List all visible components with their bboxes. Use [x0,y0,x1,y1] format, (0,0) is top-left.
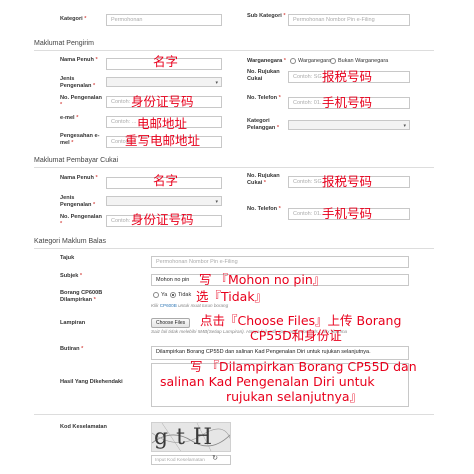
radio-bukan-warganegara[interactable]: Bukan Warganegara [330,58,388,64]
radio-warganegara[interactable]: Warganegara [290,58,331,64]
sub-kategori-label: Sub Kategori * [247,13,286,19]
pembayar-telefon-label: No. Telefon * [247,206,281,212]
butiran-label: Butiran * [60,346,84,352]
annotation-upload-line2: CP55D和身份证 [250,328,342,343]
cp600b-hint: Klik CP600B untuk muat turun borang [151,303,229,308]
pengirim-jenis-label: Jenis Pengenalan * [60,76,96,89]
annotation-name: 名字 [153,54,179,69]
annotation-tax-no-2: 报税号码 [322,174,373,189]
captcha-text: gtH [154,425,221,450]
tajuk-input[interactable]: Permohonan Nombor Pin e-Filing [151,256,409,268]
annotation-phone-2: 手机号码 [322,206,373,221]
kod-keselamatan-label: Kod Keselamatan [60,424,107,430]
butiran-textarea[interactable]: Dilampirkan Borang CP55D dan salinan Kad… [151,346,409,360]
kategori-pelanggan-select[interactable]: ▾ [288,120,410,130]
cp600b-label: Borang CP600B Dilampirkan * [60,290,103,303]
pembayar-rujukan-label: No. Rujukan Cukai * [247,173,280,186]
pembayar-nama-label: Nama Penuh * [60,175,98,181]
lampiran-label: Lampiran [60,320,86,326]
sub-kategori-input[interactable]: Permohonan Nombor Pin e-Filing [288,14,410,26]
annotation-ic-no: 身份证号码 [131,94,194,109]
annotation-ic-no-2: 身份证号码 [131,212,194,227]
cp600b-download-link[interactable]: CP600B [160,303,177,308]
pembayar-pengenalan-label: No. Pengenalan * [60,214,102,227]
annotation-upload-line1: 点击『Choose Files』上传 Borang [200,313,402,328]
divider [34,167,434,168]
chevron-down-icon: ▾ [215,199,218,205]
refresh-icon[interactable]: ↻ [211,455,219,463]
divider [34,50,434,51]
chevron-down-icon: ▾ [403,123,406,129]
pengirim-nama-label: Nama Penuh * [60,57,98,63]
pengirim-email-label: e-mel * [60,115,79,121]
section-balas-title: Kategori Maklum Balas [34,238,106,245]
kategori-pelanggan-label: Kategori Pelanggan * [247,118,280,131]
annotation-phone: 手机号码 [322,95,373,110]
annotation-email: 电邮地址 [137,116,188,131]
annotation-choose-tidak: 选『Tidak』 [196,289,268,304]
captcha-input[interactable]: Input Kod Keselamatan [151,455,231,465]
annotation-write-subject: 写 『Mohon no pin』 [199,272,326,287]
kategori-label: Kategori * [60,16,87,22]
kategori-input[interactable]: Permohonan [106,14,222,26]
section-pembayar-title: Maklumat Pembayar Cukai [34,157,119,164]
annotation-write-butiran-line2: salinan Kad Pengenalan Diri untuk [160,374,375,389]
section-pengirim-title: Maklumat Pengirim [34,40,94,47]
annotation-email-repeat: 重写电邮地址 [125,133,201,148]
hasil-label: Hasil Yang Dikehendaki [60,379,123,385]
warganegara-label: Warganegara * [247,58,286,64]
divider [34,414,434,415]
pengesahan-email-label: Pengesahan e-mel * [60,133,100,146]
choose-files-button[interactable]: Choose Files [151,318,191,328]
annotation-write-butiran-line3: rujukan selanjutnya』 [226,389,363,404]
pengirim-telefon-label: No. Telefon * [247,95,281,101]
pembayar-jenis-select[interactable]: ▾ [106,196,222,206]
divider [34,248,434,249]
pengirim-pengenalan-label: No. Pengenalan * [60,95,102,108]
pengirim-rujukan-label: No. Rujukan Cukai [247,69,280,82]
pengirim-jenis-select[interactable]: ▾ [106,77,222,87]
annotation-tax-no: 报税号码 [322,69,373,84]
chevron-down-icon: ▾ [215,80,218,86]
subjek-label: Subjek * [60,273,83,279]
tajuk-label: Tajuk [60,255,75,261]
captcha-image: gtH [151,422,231,452]
radio-ya[interactable]: Ya [153,292,167,298]
radio-tidak[interactable]: Tidak [170,292,191,298]
annotation-write-butiran-line1: 写 『Dilampirkan Borang CP55D dan [190,359,417,374]
pembayar-jenis-label: Jenis Pengenalan * [60,195,96,208]
annotation-name-2: 名字 [153,173,179,188]
